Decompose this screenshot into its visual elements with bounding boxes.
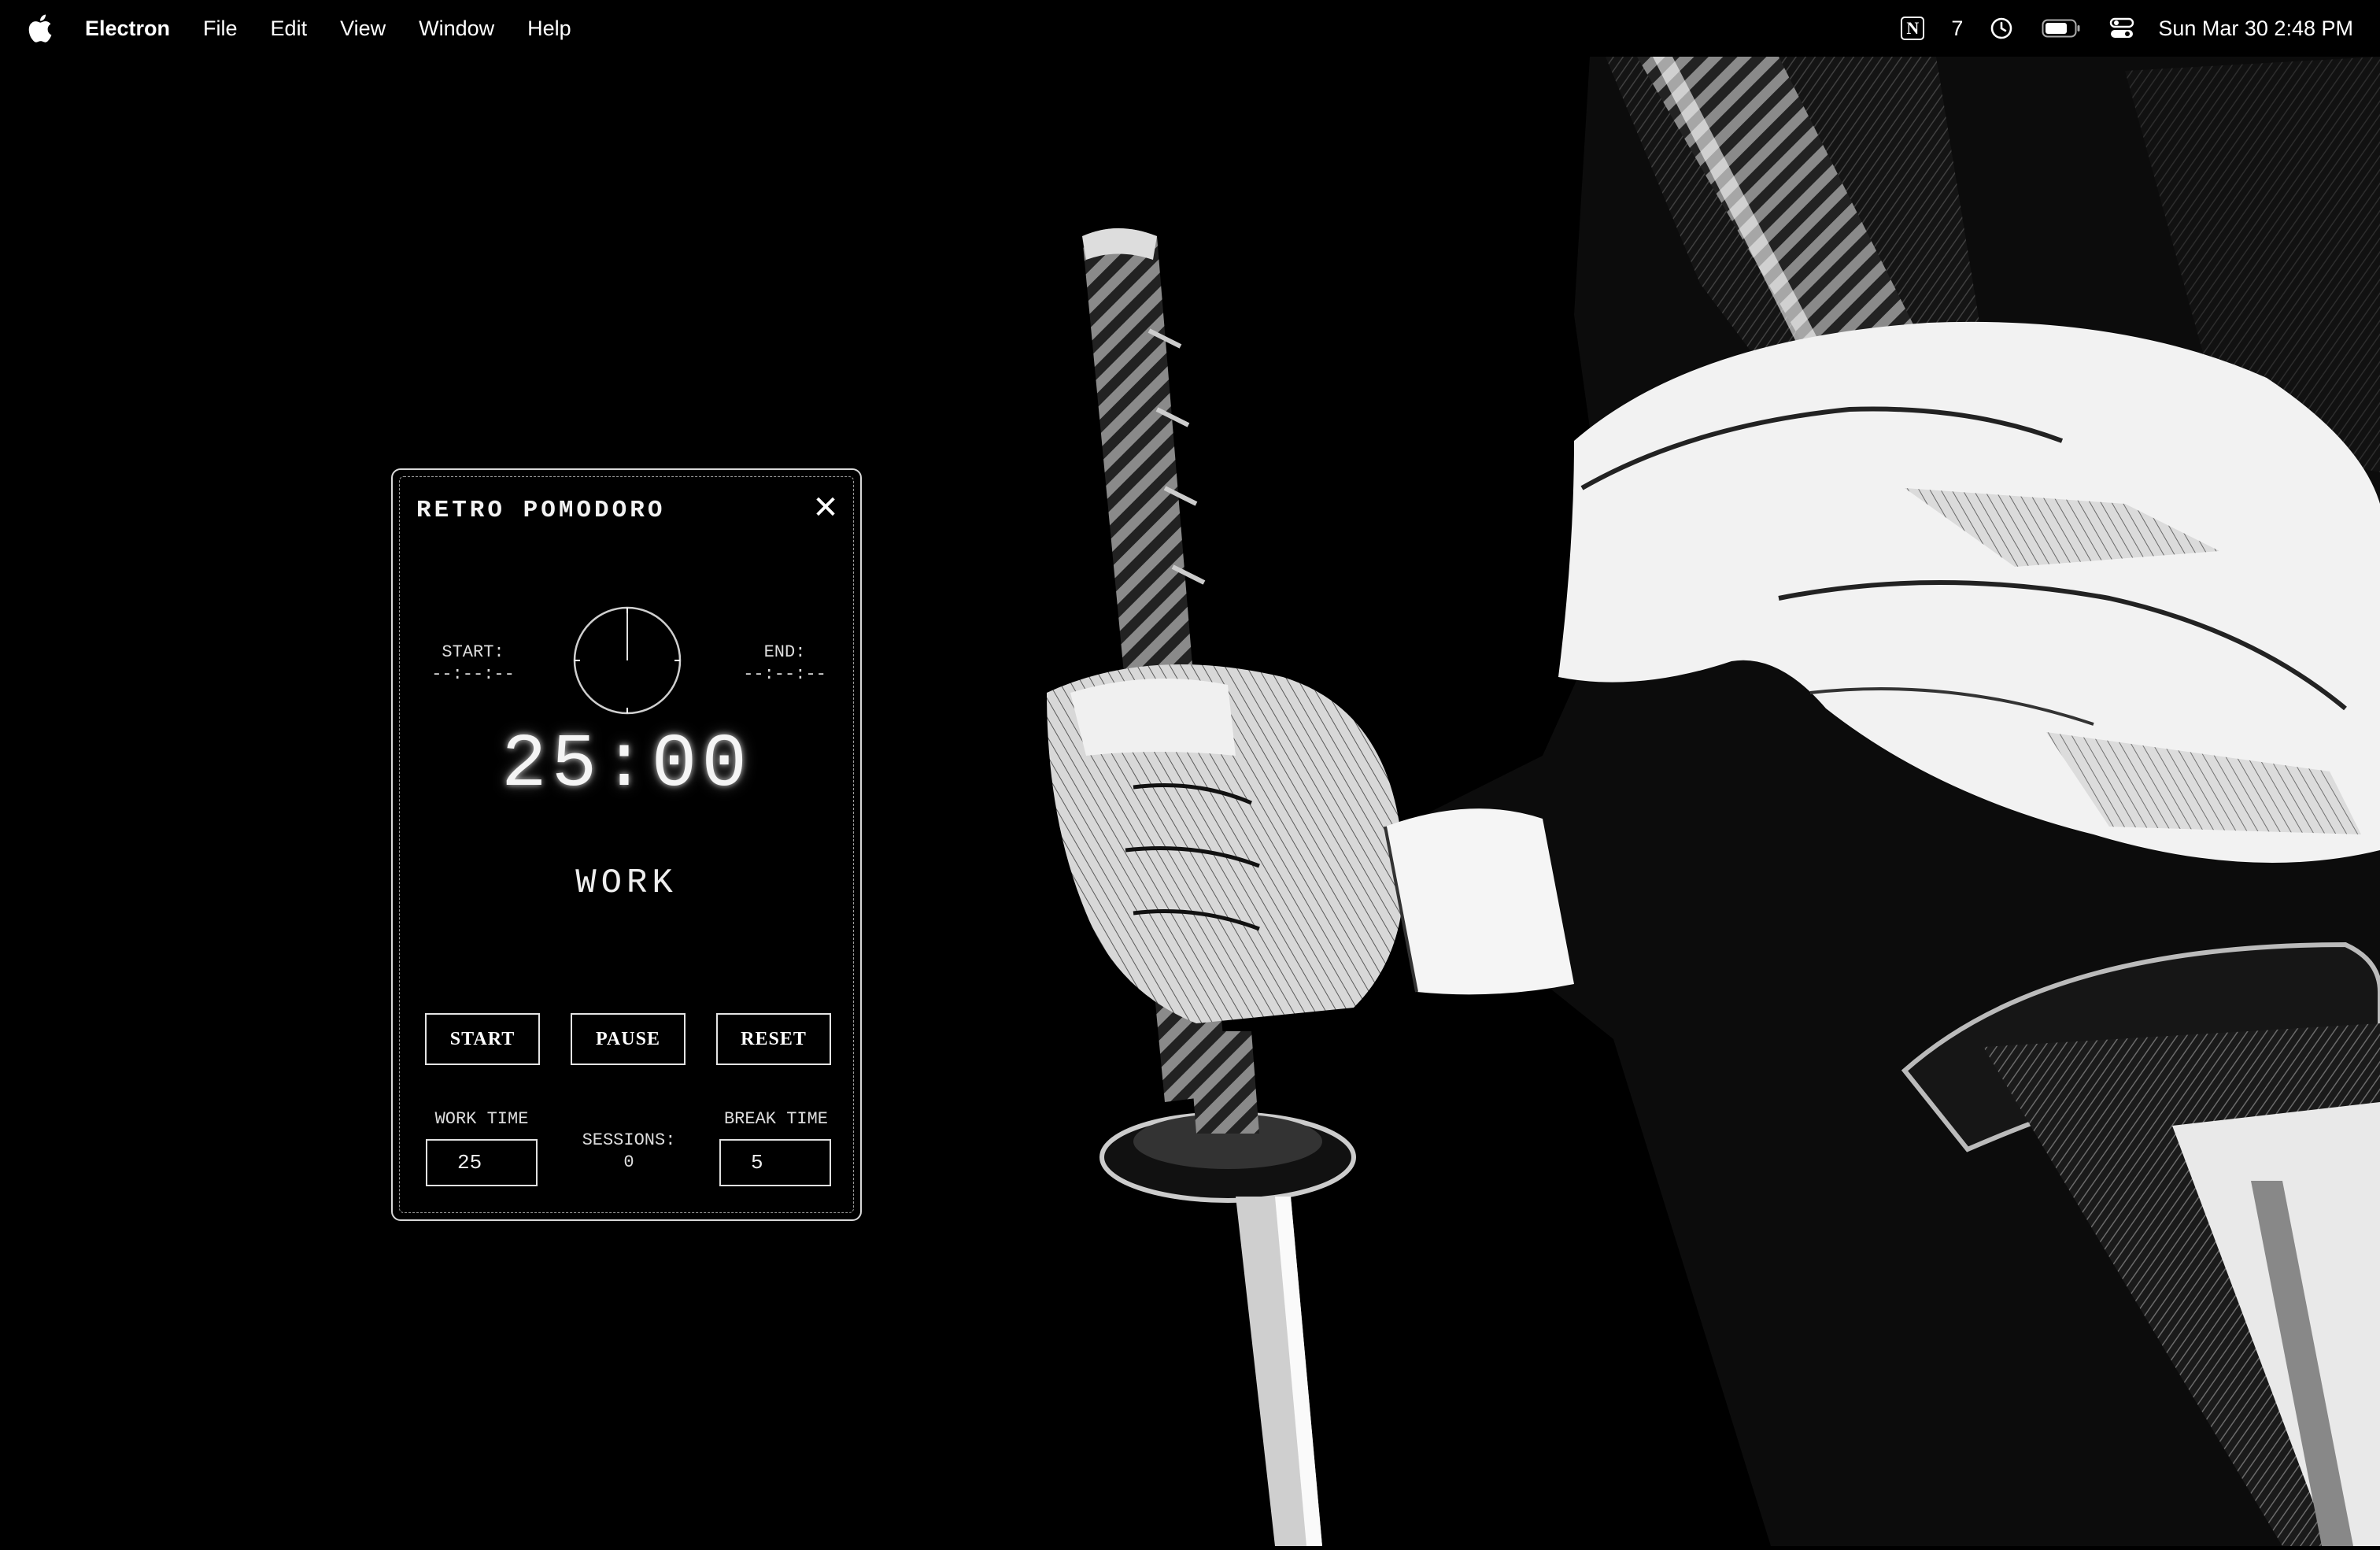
menu-bar: Electron File Edit View Window Help N 7 [0, 0, 2380, 57]
pomodoro-window: RETRO POMODORO ✕ START: --:--:-- END: --… [391, 468, 862, 1221]
menu-bar-status: N 7 Sun Mar 30 2:48 PM [1901, 0, 2380, 57]
work-time-input[interactable] [426, 1139, 538, 1186]
sessions-label: SESSIONS: [582, 1130, 676, 1150]
desktop-wallpaper [0, 57, 2380, 1546]
end-time: END: --:--:-- [730, 642, 840, 686]
menu-view[interactable]: View [340, 17, 386, 41]
menu-window[interactable]: Window [419, 17, 494, 41]
end-time-value: --:--:-- [743, 664, 826, 684]
menu-bar-clock[interactable]: Sun Mar 30 2:48 PM [2158, 17, 2353, 41]
apple-logo-icon[interactable] [28, 13, 55, 44]
start-time-label: START: [442, 642, 504, 662]
pause-button[interactable]: PAUSE [571, 1013, 686, 1065]
mode-label: WORK [575, 864, 678, 903]
close-icon[interactable]: ✕ [811, 492, 840, 523]
clock-dial-icon [571, 604, 684, 717]
break-time-input[interactable] [719, 1139, 831, 1186]
start-button[interactable]: START [425, 1013, 540, 1065]
control-center-icon[interactable] [2109, 17, 2134, 39]
wallpaper-artwork [1047, 57, 2380, 1546]
reset-button[interactable]: RESET [716, 1013, 831, 1065]
clock-icon[interactable] [1990, 17, 2013, 40]
battery-icon[interactable] [2042, 18, 2081, 39]
menu-help[interactable]: Help [527, 17, 571, 41]
break-time-label: BREAK TIME [723, 1109, 829, 1129]
menu-bar-left: Electron File Edit View Window Help [0, 0, 604, 57]
pomodoro-inner-border [399, 476, 854, 1213]
sessions-value: 0 [623, 1152, 634, 1172]
menu-file[interactable]: File [203, 17, 238, 41]
end-time-label: END: [763, 642, 806, 662]
menu-app-name[interactable]: Electron [85, 17, 170, 41]
work-time-label: WORK TIME [434, 1109, 529, 1129]
notion-icon[interactable]: N [1901, 17, 1925, 40]
menu-edit[interactable]: Edit [271, 17, 308, 41]
start-time: START: --:--:-- [418, 642, 528, 686]
start-time-value: --:--:-- [431, 664, 515, 684]
notification-count[interactable]: 7 [1951, 17, 1963, 41]
sessions-counter: SESSIONS: 0 [566, 1130, 692, 1174]
timer-display: 25:00 [501, 722, 752, 808]
window-title: RETRO POMODORO [416, 497, 666, 524]
